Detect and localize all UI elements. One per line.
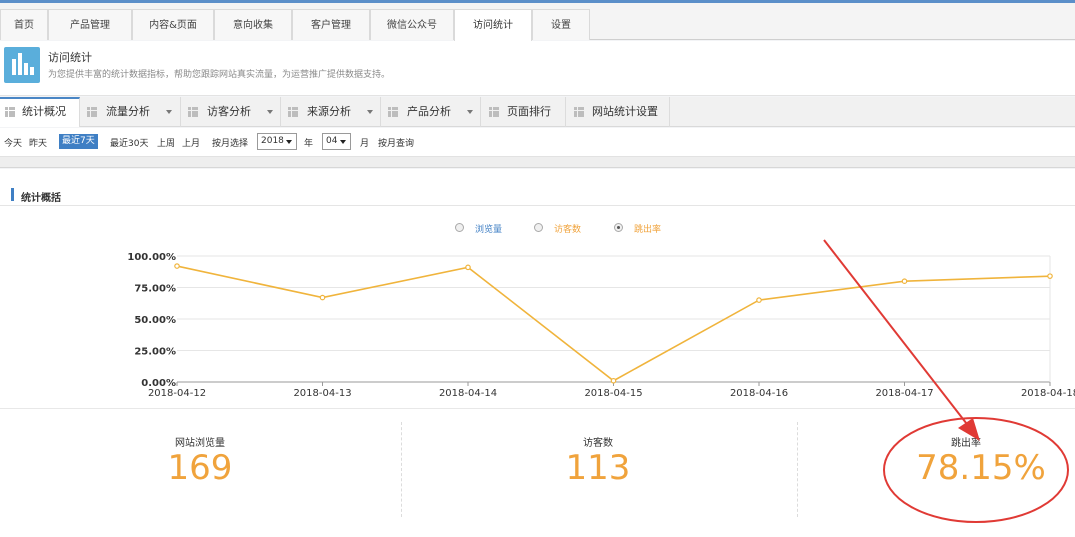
chevron-down-icon [367, 110, 373, 114]
grid-icon [5, 107, 15, 117]
top-tab-home[interactable]: 首页 [0, 9, 48, 40]
y-tick-label: 100.00% [127, 252, 176, 263]
top-tab-statistics[interactable]: 访问统计 [454, 9, 532, 41]
radio-icon [455, 223, 464, 232]
top-tab-customers[interactable]: 客户管理 [292, 9, 370, 40]
chevron-down-icon [467, 110, 473, 114]
panel-header: 统计概括 [0, 182, 1075, 206]
filter-last-30-days[interactable]: 最近30天 [110, 136, 148, 149]
data-point [901, 278, 908, 285]
top-tab-content[interactable]: 内容&页面 [132, 9, 214, 40]
grid-icon [388, 107, 398, 117]
series-line [176, 265, 1051, 382]
y-tick-label: 25.00% [134, 347, 176, 358]
page-description: 为您提供丰富的统计数据指标，帮助您跟踪网站真实流量，为运营推广提供数据支持。 [48, 70, 391, 80]
stat-pageviews-value: 169 [167, 448, 233, 488]
grid-icon [574, 107, 584, 117]
top-tab-leads[interactable]: 意向收集 [214, 9, 292, 40]
section-divider [0, 156, 1075, 168]
chevron-down-icon [267, 110, 273, 114]
filter-yesterday[interactable]: 昨天 [29, 136, 47, 149]
data-point [465, 264, 471, 271]
chevron-down-icon [340, 140, 346, 144]
month-select[interactable]: 04 [322, 133, 351, 150]
filter-today[interactable]: 今天 [4, 136, 22, 149]
x-tick-label: 2018-04-13 [293, 388, 351, 399]
month-unit-label: 月 [360, 139, 370, 149]
x-tick-label: 2018-04-16 [730, 388, 788, 399]
y-tick-label: 50.00% [134, 315, 176, 326]
page-header: 访问统计 为您提供丰富的统计数据指标，帮助您跟踪网站真实流量，为运营推广提供数据… [0, 41, 1075, 96]
grid-icon [188, 107, 198, 117]
grid-icon [87, 107, 97, 117]
top-tab-settings[interactable]: 设置 [532, 9, 590, 40]
stat-divider [797, 422, 798, 517]
sub-tab-overview[interactable]: 统计概况 [0, 97, 80, 127]
year-select[interactable]: 2018 [257, 133, 297, 150]
x-tick-label: 2018-04-17 [875, 388, 933, 399]
stat-visitors-label: 访客数 [583, 438, 613, 449]
top-tab-wechat[interactable]: 微信公众号 [370, 9, 454, 40]
sub-tab-sources[interactable]: 来源分析 [281, 97, 381, 127]
x-tick-label: 2018-04-14 [439, 388, 497, 399]
stats-separator [0, 408, 1075, 409]
grid-icon [288, 107, 298, 117]
bounce-rate-line-chart: 0.00%25.00%50.00%75.00%100.00%2018-04-12… [127, 252, 1075, 399]
sub-tab-page-ranking[interactable]: 页面排行 [481, 97, 566, 127]
filter-last-week[interactable]: 上周 [157, 136, 175, 149]
filter-last-month[interactable]: 上月 [182, 136, 200, 149]
filter-by-month-label: 按月选择 [212, 139, 249, 149]
stat-pageviews-label: 网站浏览量 [175, 438, 225, 449]
sub-tab-traffic[interactable]: 流量分析 [80, 97, 181, 127]
radio-icon [534, 223, 543, 232]
data-point [174, 263, 180, 269]
bar-chart-icon [4, 47, 40, 83]
stat-bounce-rate-label: 跳出率 [951, 438, 981, 449]
panel-title: 统计概括 [21, 193, 61, 204]
y-tick-label: 75.00% [134, 284, 176, 295]
sub-nav: 统计概况 流量分析 访客分析 来源分析 产品分析 页面排行 网站统计设置 [0, 97, 1075, 127]
chevron-down-icon [166, 110, 172, 114]
top-nav: 首页 产品管理 内容&页面 意向收集 客户管理 微信公众号 访问统计 设置 [0, 0, 1075, 41]
year-unit-label: 年 [304, 139, 314, 149]
data-point [610, 377, 617, 384]
x-tick-label: 2018-04-12 [148, 388, 206, 399]
grid-icon [489, 107, 499, 117]
chevron-down-icon [286, 140, 292, 144]
sub-tab-stat-settings[interactable]: 网站统计设置 [566, 97, 670, 127]
filter-last-7-days[interactable]: 最近7天 [59, 134, 98, 149]
top-tab-products[interactable]: 产品管理 [48, 9, 132, 40]
query-by-month-button[interactable]: 按月查询 [378, 136, 414, 149]
sub-tab-products[interactable]: 产品分析 [381, 97, 481, 127]
page-title: 访问统计 [48, 51, 92, 64]
data-point [756, 297, 762, 303]
sub-tab-visitors[interactable]: 访客分析 [181, 97, 281, 127]
stat-visitors-value: 113 [565, 448, 631, 488]
x-tick-label: 2018-04-15 [584, 388, 642, 399]
data-point [319, 294, 326, 301]
radio-selected-icon [614, 223, 623, 232]
title-accent-bar [11, 188, 14, 201]
x-tick-label: 2018-04-18 [1021, 388, 1075, 399]
data-point [1047, 273, 1053, 279]
date-filter-bar: 今天 昨天 最近7天 最近30天 上周 上月 按月选择 2018 年 04 月 … [0, 128, 1075, 156]
stat-bounce-rate-value: 78.15% [916, 448, 1046, 488]
stat-divider [401, 422, 402, 517]
